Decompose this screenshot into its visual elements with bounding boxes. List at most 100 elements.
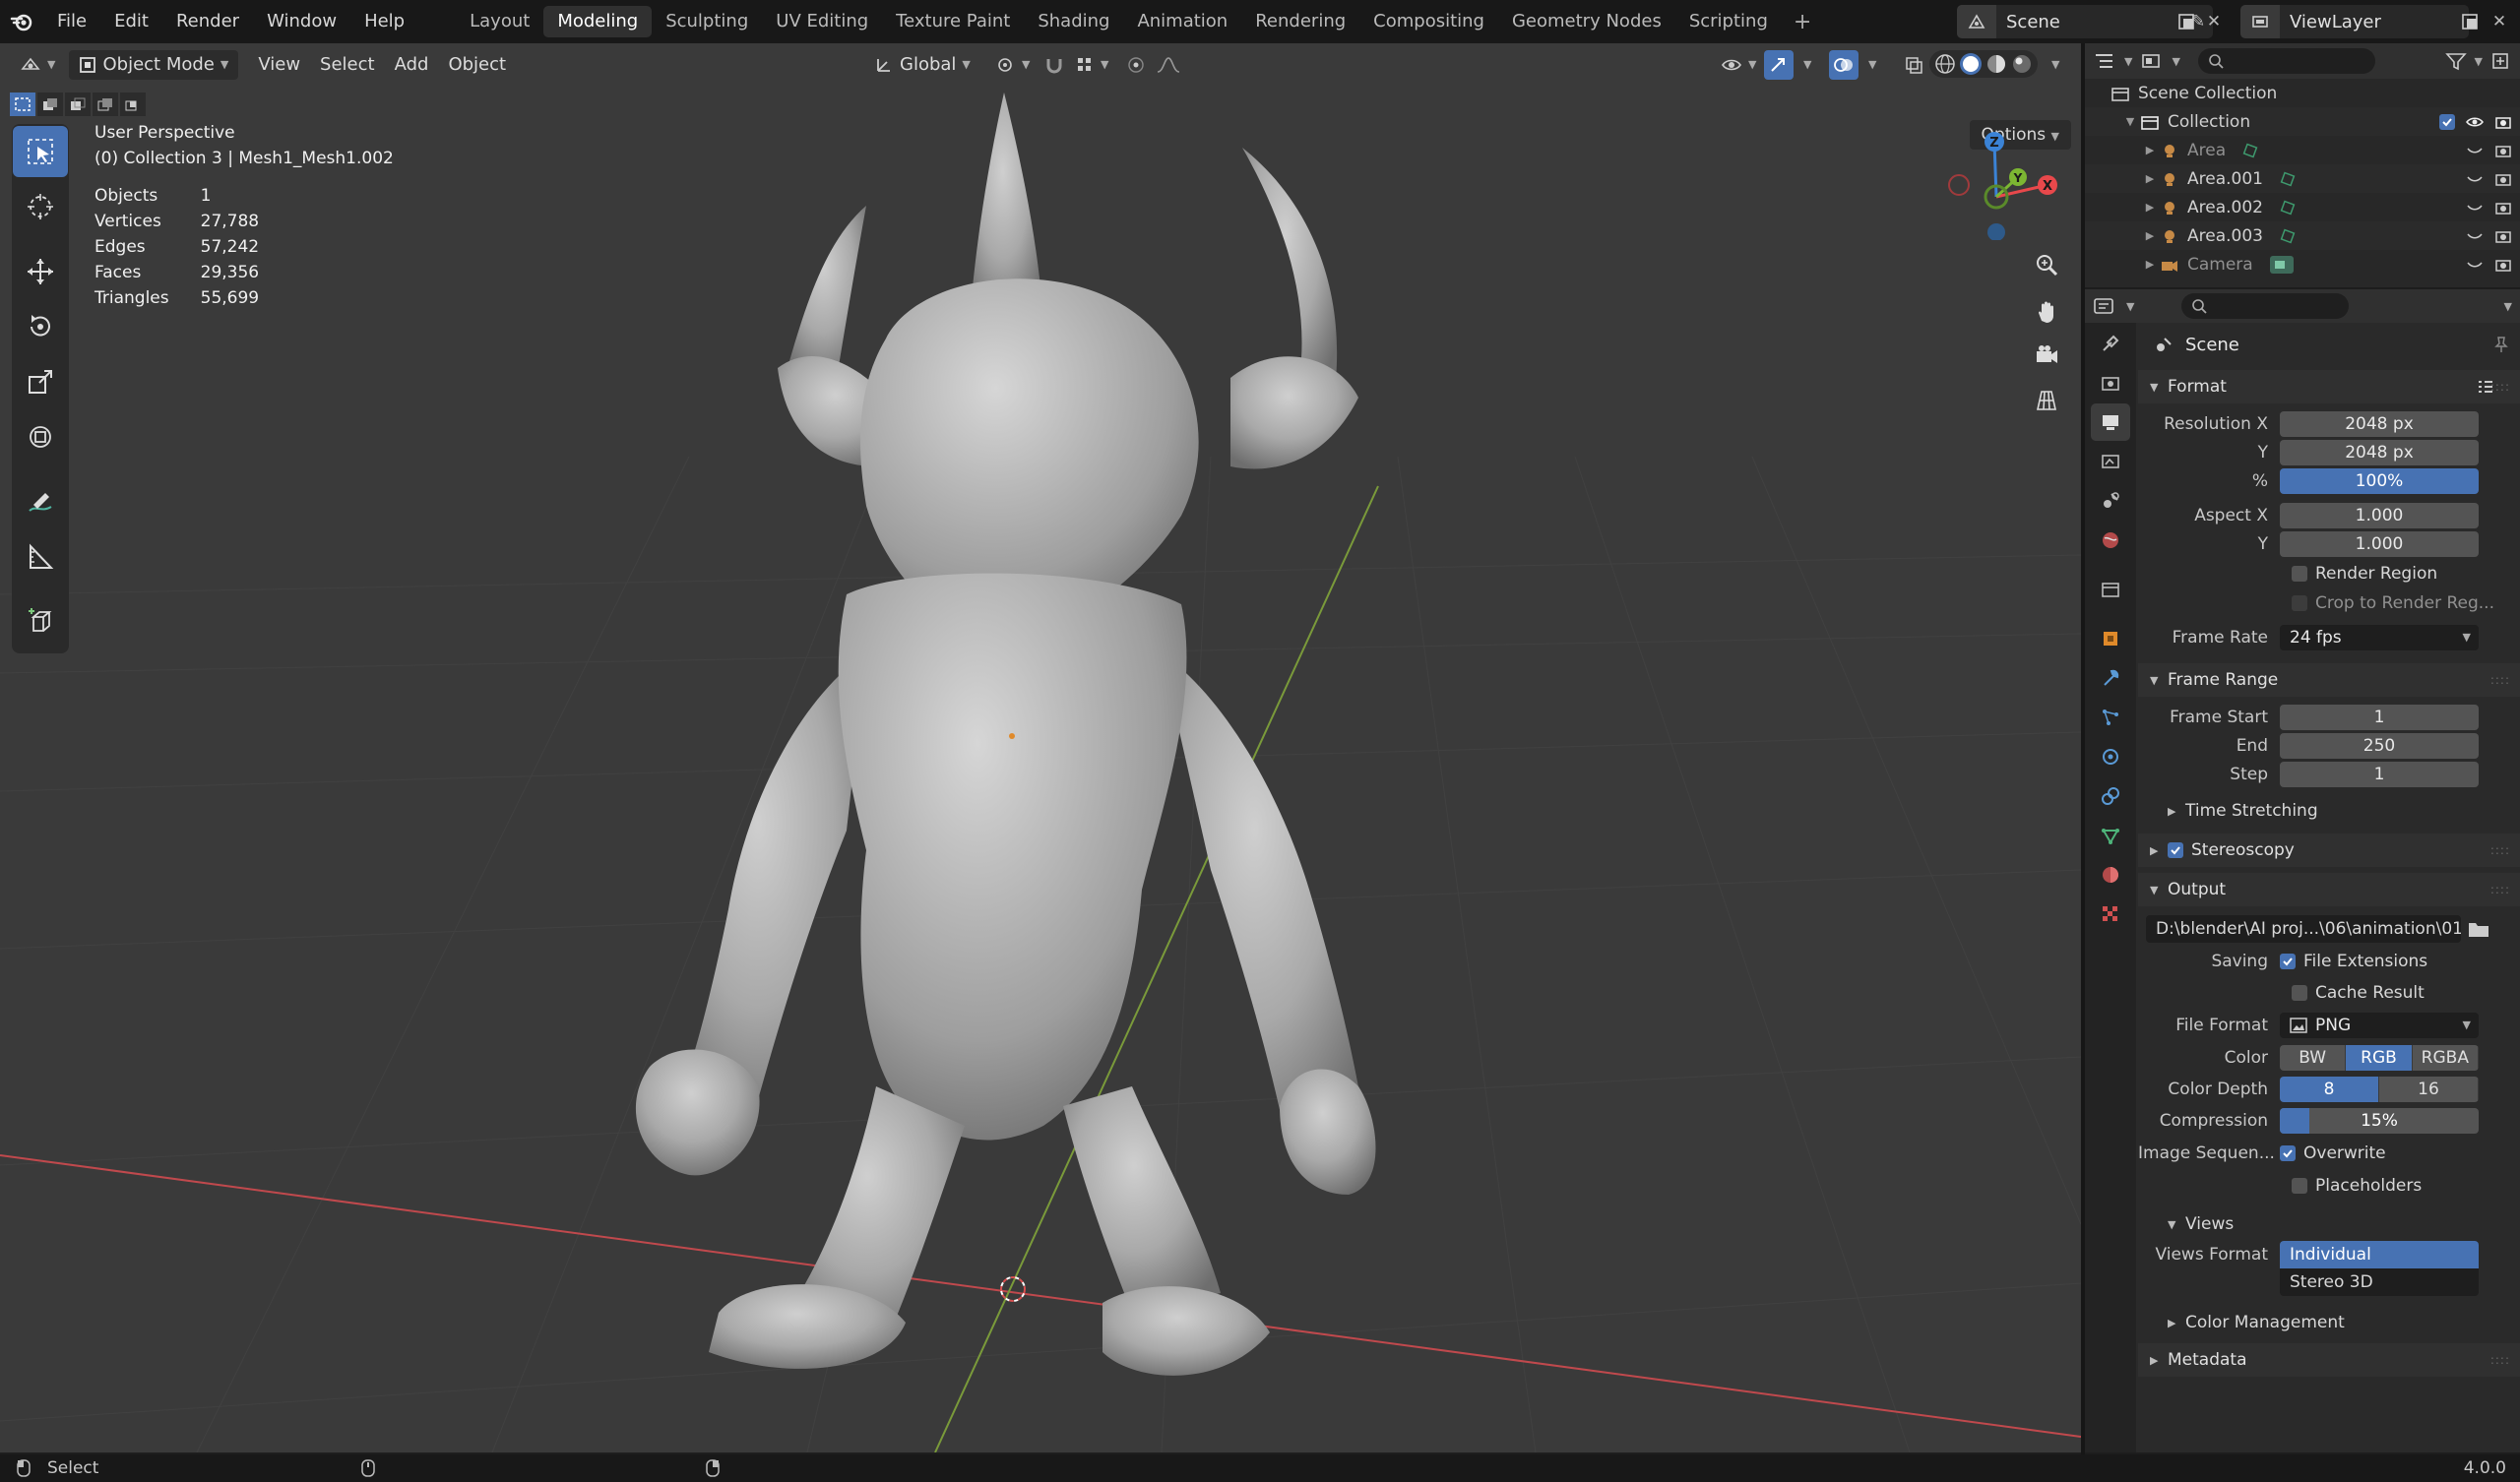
color-management-subpanel[interactable]: ▶ Color Management xyxy=(2138,1306,2520,1339)
select-box-tool[interactable] xyxy=(13,126,68,177)
tab-material-icon[interactable] xyxy=(2091,856,2130,894)
tab-compositing[interactable]: Compositing xyxy=(1359,6,1498,37)
tab-geometry-nodes[interactable]: Geometry Nodes xyxy=(1498,6,1675,37)
solid-shading-icon[interactable] xyxy=(1959,52,1983,76)
tab-particles-icon[interactable] xyxy=(2091,699,2130,736)
placeholders-checkbox[interactable] xyxy=(2292,1178,2307,1194)
properties-options-dropdown[interactable]: ▼ xyxy=(2504,300,2512,313)
move-tool[interactable] xyxy=(13,246,68,297)
blender-logo-icon[interactable] xyxy=(0,0,43,43)
menu-select[interactable]: Select xyxy=(310,50,385,80)
select-subtract-icon[interactable] xyxy=(65,93,91,116)
resolution-x-field[interactable]: 2048 px xyxy=(2280,410,2479,437)
tab-view-layer-icon[interactable] xyxy=(2091,443,2130,480)
pin-icon[interactable] xyxy=(2492,336,2510,353)
outliner-row-area[interactable]: ▶ Area xyxy=(2085,136,2520,164)
delete-viewlayer-icon[interactable]: ✕ xyxy=(2485,7,2514,36)
tab-collection-icon[interactable] xyxy=(2091,571,2130,608)
navigation-gizmo[interactable]: Z X Y xyxy=(1939,122,2057,240)
visibility-button[interactable]: ▼ xyxy=(1711,50,1766,80)
tab-data-icon[interactable] xyxy=(2091,817,2130,854)
hide-toggle-icon[interactable] xyxy=(2465,200,2485,216)
metadata-panel-header[interactable]: ▶ Metadata :::: xyxy=(2138,1343,2520,1377)
tab-uv-editing[interactable]: UV Editing xyxy=(762,6,882,37)
mode-selector[interactable]: Object Mode ▼ xyxy=(69,50,239,80)
file-extensions-checkbox[interactable] xyxy=(2280,954,2296,969)
render-camera-icon[interactable] xyxy=(2494,228,2512,244)
filter-icon[interactable] xyxy=(2444,51,2467,71)
outliner-row-area-003[interactable]: ▶ Area.003 xyxy=(2085,221,2520,250)
tab-shading[interactable]: Shading xyxy=(1024,6,1123,37)
menu-file[interactable]: File xyxy=(43,0,100,43)
tab-texture-icon[interactable] xyxy=(2091,895,2130,933)
render-region-row[interactable]: Render Region xyxy=(2138,558,2520,589)
aspect-x-field[interactable]: 1.000 xyxy=(2280,502,2479,528)
perspective-toggle-button[interactable] xyxy=(2026,380,2067,421)
resolution-percent-slider[interactable]: 100% xyxy=(2280,467,2479,494)
tab-render-icon[interactable] xyxy=(2091,364,2130,401)
compression-slider[interactable]: 15% xyxy=(2280,1108,2479,1134)
tab-tool-icon[interactable] xyxy=(2091,325,2130,362)
render-camera-icon[interactable] xyxy=(2494,200,2512,216)
measure-tool[interactable] xyxy=(13,531,68,583)
gizmo-dropdown[interactable]: ▼ xyxy=(1794,50,1821,80)
tab-modifier-icon[interactable] xyxy=(2091,659,2130,697)
tab-output-icon[interactable] xyxy=(2091,403,2130,441)
annotate-tool[interactable] xyxy=(13,476,68,527)
menu-window[interactable]: Window xyxy=(253,0,350,43)
cache-result-row[interactable]: Cache Result xyxy=(2138,977,2520,1009)
aspect-y-field[interactable]: 1.000 xyxy=(2280,530,2479,557)
views-subpanel[interactable]: ▼ Views xyxy=(2138,1207,2520,1241)
render-camera-icon[interactable] xyxy=(2494,257,2512,273)
menu-add[interactable]: Add xyxy=(385,50,439,80)
tab-scripting[interactable]: Scripting xyxy=(1675,6,1782,37)
tab-physics-icon[interactable] xyxy=(2091,738,2130,775)
render-region-checkbox[interactable] xyxy=(2292,566,2307,582)
menu-render[interactable]: Render xyxy=(162,0,253,43)
xray-toggle[interactable] xyxy=(1894,50,1933,80)
frame-range-panel-header[interactable]: ▼ Frame Range :::: xyxy=(2138,663,2520,697)
expand-collection-icon[interactable]: ▼ xyxy=(2120,115,2140,128)
folder-icon[interactable] xyxy=(2467,918,2490,940)
falloff-button[interactable] xyxy=(1146,50,1191,80)
frame-end-field[interactable]: 250 xyxy=(2280,732,2479,759)
render-camera-icon[interactable] xyxy=(2494,171,2512,187)
menu-edit[interactable]: Edit xyxy=(100,0,162,43)
tab-constraints-icon[interactable] xyxy=(2091,777,2130,815)
properties-search-input[interactable] xyxy=(2181,293,2350,319)
outliner-collection-row[interactable]: ▼ Collection xyxy=(2085,107,2520,136)
color-bw-button[interactable]: BW xyxy=(2280,1045,2347,1071)
menu-help[interactable]: Help xyxy=(350,0,418,43)
menu-view[interactable]: View xyxy=(248,50,310,80)
rotate-tool[interactable] xyxy=(13,301,68,352)
tab-world-icon[interactable] xyxy=(2091,522,2130,559)
add-workspace-button[interactable]: + xyxy=(1782,10,1823,34)
tab-modeling[interactable]: Modeling xyxy=(543,6,653,37)
zoom-button[interactable] xyxy=(2026,244,2067,285)
frame-rate-dropdown[interactable]: 24 fps ▼ xyxy=(2280,624,2479,650)
resolution-y-field[interactable]: 2048 px xyxy=(2280,439,2479,465)
render-camera-icon[interactable] xyxy=(2494,143,2512,158)
format-panel-header[interactable]: ▼ Format :::: xyxy=(2138,370,2520,403)
tab-sculpting[interactable]: Sculpting xyxy=(652,6,762,37)
frame-start-field[interactable]: 1 xyxy=(2280,704,2479,730)
menu-object[interactable]: Object xyxy=(438,50,516,80)
tab-scene-icon[interactable] xyxy=(2091,482,2130,520)
crop-row[interactable]: Crop to Render Reg... xyxy=(2138,589,2520,617)
transform-tool[interactable] xyxy=(13,411,68,463)
color-depth-8-button[interactable]: 8 xyxy=(2280,1077,2379,1102)
material-shading-icon[interactable] xyxy=(1984,52,2008,76)
overwrite-checkbox[interactable] xyxy=(2280,1145,2296,1161)
tab-object-icon[interactable] xyxy=(2091,620,2130,657)
hide-toggle-icon[interactable] xyxy=(2465,171,2485,187)
transform-orientation-selector[interactable]: Global ▼ xyxy=(864,50,980,80)
file-format-dropdown[interactable]: PNG ▼ xyxy=(2280,1013,2479,1038)
output-path-field[interactable]: D:\blender\AI proj...\06\animation\01 xyxy=(2146,915,2461,943)
collection-render-camera-icon[interactable] xyxy=(2494,114,2512,130)
placeholders-row[interactable]: Placeholders xyxy=(2138,1170,2520,1202)
scale-tool[interactable] xyxy=(13,356,68,407)
pan-button[interactable] xyxy=(2026,291,2067,333)
time-stretching-subpanel[interactable]: ▶ Time Stretching xyxy=(2138,794,2520,828)
output-panel-header[interactable]: ▼ Output :::: xyxy=(2138,873,2520,906)
rendered-shading-icon[interactable] xyxy=(2010,52,2034,76)
